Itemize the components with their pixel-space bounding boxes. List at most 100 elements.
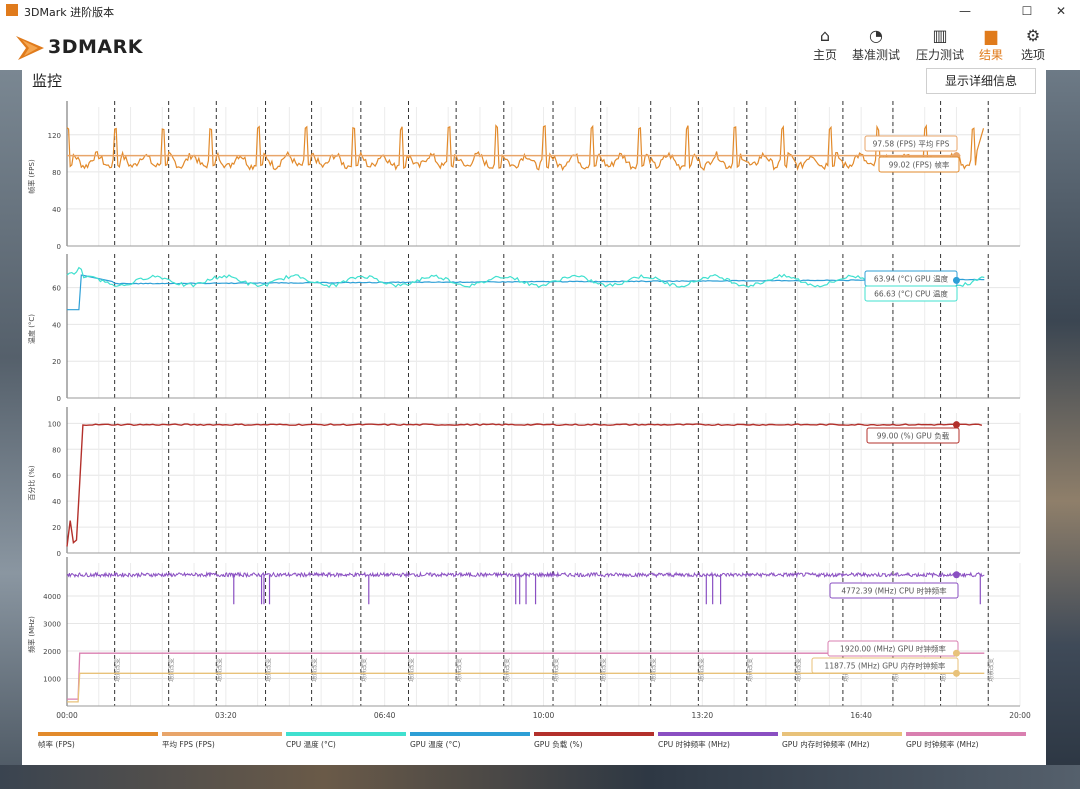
y-tick-label: 1000	[43, 676, 61, 684]
legend-swatch	[658, 732, 778, 736]
legend-swatch	[286, 732, 406, 736]
callout-gpu-load-dot	[952, 421, 960, 429]
x-tick-label: 13:20	[692, 711, 714, 720]
scene-marker-label: 场景改变	[311, 658, 319, 682]
scene-marker-label: 场景改变	[360, 658, 368, 682]
scene-marker-label: 场景改变	[407, 658, 415, 682]
y-axis-label: 百分比 (%)	[27, 465, 36, 501]
scene-marker-label: 场景改变	[794, 658, 802, 682]
window-title: 3DMark 进阶版本	[24, 6, 115, 19]
callout-gpu-clock-dot	[952, 649, 960, 657]
callout-cpu-temp: 66.63 (°C) CPU 温度	[874, 289, 948, 299]
y-tick-label: 2000	[43, 648, 61, 656]
legend-swatch	[410, 732, 530, 736]
background-bottom	[0, 765, 1080, 789]
callout-gpu-mem-clock: 1187.75 (MHz) GPU 内存时钟频率	[825, 661, 946, 671]
nav-label: 结果	[978, 48, 1003, 62]
nav-label: 选项	[1020, 48, 1045, 62]
scene-marker-label: 场景改变	[265, 658, 273, 682]
nav-item-2[interactable]: ▥ 压力测试	[916, 26, 964, 70]
app-icon	[6, 4, 18, 16]
series-fps	[66, 123, 985, 172]
nav-item-0[interactable]: ⌂ 主页	[812, 26, 838, 70]
x-tick-label: 00:00	[56, 711, 78, 720]
callout-gpu-clock: 1920.00 (MHz) GPU 时钟频率	[840, 644, 946, 654]
background-right	[1046, 70, 1080, 789]
title-bar: 3DMark 进阶版本 — ☐ ✕	[0, 0, 1080, 22]
legend-label: CPU 时钟频率 (MHz)	[658, 739, 730, 749]
scene-marker-label: 场景改变	[697, 658, 705, 682]
x-tick-label: 20:00	[1009, 711, 1031, 720]
gauge-icon: ◔	[869, 26, 883, 45]
logo-mark-icon	[16, 36, 44, 60]
callout-avg-fps: 97.58 (FPS) 平均 FPS	[873, 139, 950, 149]
legend-label: 平均 FPS (FPS)	[162, 739, 215, 749]
nav-label: 压力测试	[916, 48, 965, 62]
gear-icon: ⚙	[1025, 26, 1041, 45]
y-tick-label: 20	[52, 524, 61, 532]
logo: 3DMARK	[14, 28, 174, 64]
scene-marker-label: 场景改变	[215, 658, 223, 682]
monitoring-panel: 监控 显示详细信息 0 40 80 120 帧率 (FPS) 0 20 40 60 温度 (°C)…	[22, 68, 1046, 765]
scene-marker-label: 场景改变	[552, 658, 560, 682]
y-tick-label: 80	[52, 446, 61, 454]
nav-item-1[interactable]: ◔ 基准测试	[852, 26, 900, 70]
x-tick-label: 16:40	[850, 711, 872, 720]
monitoring-chart: 0 40 80 120 帧率 (FPS) 0 20 40 60 温度 (°C) 0 20 40 60 80 1…	[27, 101, 1031, 749]
legend-label: GPU 时钟频率 (MHz)	[906, 739, 979, 749]
y-tick-label: 0	[57, 243, 61, 251]
minimize-button[interactable]: —	[942, 0, 988, 22]
callout-cpu-clock: 4772.39 (MHz) CPU 时钟频率	[841, 586, 947, 596]
app-header: 3DMARK ⌂ 主页 ◔ 基准测试 ▥ 压力测试 ▆ 结果 ⚙ 选项	[0, 22, 1080, 70]
scene-marker-label: 场景改变	[650, 658, 658, 682]
y-tick-label: 60	[52, 285, 61, 293]
y-tick-label: 3000	[43, 621, 61, 629]
y-tick-label: 0	[57, 395, 61, 403]
legend-label: 帧率 (FPS)	[38, 739, 75, 749]
scene-marker-label: 场景改变	[503, 658, 511, 682]
y-tick-label: 40	[52, 206, 61, 214]
home-icon: ⌂	[819, 26, 831, 45]
background-left	[0, 70, 22, 789]
nav-label: 主页	[812, 48, 837, 62]
x-tick-label: 06:40	[374, 711, 396, 720]
legend-label: GPU 温度 (°C)	[410, 739, 461, 749]
legend-swatch	[906, 732, 1026, 736]
close-button[interactable]: ✕	[1038, 0, 1080, 22]
callout-gpu-temp: 63.94 (°C) GPU 温度	[874, 274, 949, 284]
logo-text: 3DMARK	[48, 36, 143, 58]
legend-swatch	[162, 732, 282, 736]
scene-marker-label: 场景改变	[168, 658, 176, 682]
scene-marker-label: 场景改变	[746, 658, 754, 682]
series-cpu-temp	[66, 266, 985, 289]
nav-label: 基准测试	[852, 48, 901, 62]
series-gpu-temp	[67, 274, 985, 311]
y-tick-label: 40	[52, 321, 61, 329]
y-tick-label: 120	[48, 132, 61, 140]
legend-label: GPU 内存时钟频率 (MHz)	[782, 739, 870, 749]
y-tick-label: 4000	[43, 593, 61, 601]
x-tick-label: 10:00	[533, 711, 555, 720]
y-tick-label: 40	[52, 498, 61, 506]
scene-marker-label: 场景改变	[600, 658, 608, 682]
x-tick-label: 03:20	[215, 711, 237, 720]
legend-label: GPU 负载 (%)	[534, 739, 583, 749]
callout-gpu-load: 99.00 (%) GPU 负载	[877, 431, 950, 441]
y-tick-label: 20	[52, 358, 61, 366]
legend-swatch	[534, 732, 654, 736]
nav-item-3[interactable]: ▆ 结果	[978, 26, 1004, 70]
bar-chart-icon: ▥	[932, 26, 948, 45]
scene-marker-label: 场景改变	[987, 658, 995, 682]
y-axis-label: 温度 (°C)	[27, 314, 36, 344]
y-axis-label: 帧率 (FPS)	[27, 159, 36, 194]
legend-label: CPU 温度 (°C)	[286, 739, 336, 749]
scene-marker-label: 场景改变	[114, 658, 122, 682]
y-axis-label: 频率 (MHz)	[27, 616, 36, 653]
nav-item-4[interactable]: ⚙ 选项	[1020, 26, 1046, 70]
callout-cpu-clock-dot	[952, 571, 960, 579]
callout-fps: 99.02 (FPS) 帧率	[889, 160, 950, 170]
y-tick-label: 60	[52, 472, 61, 480]
y-tick-label: 0	[57, 550, 61, 558]
y-tick-label: 80	[52, 169, 61, 177]
y-tick-label: 100	[48, 420, 61, 428]
